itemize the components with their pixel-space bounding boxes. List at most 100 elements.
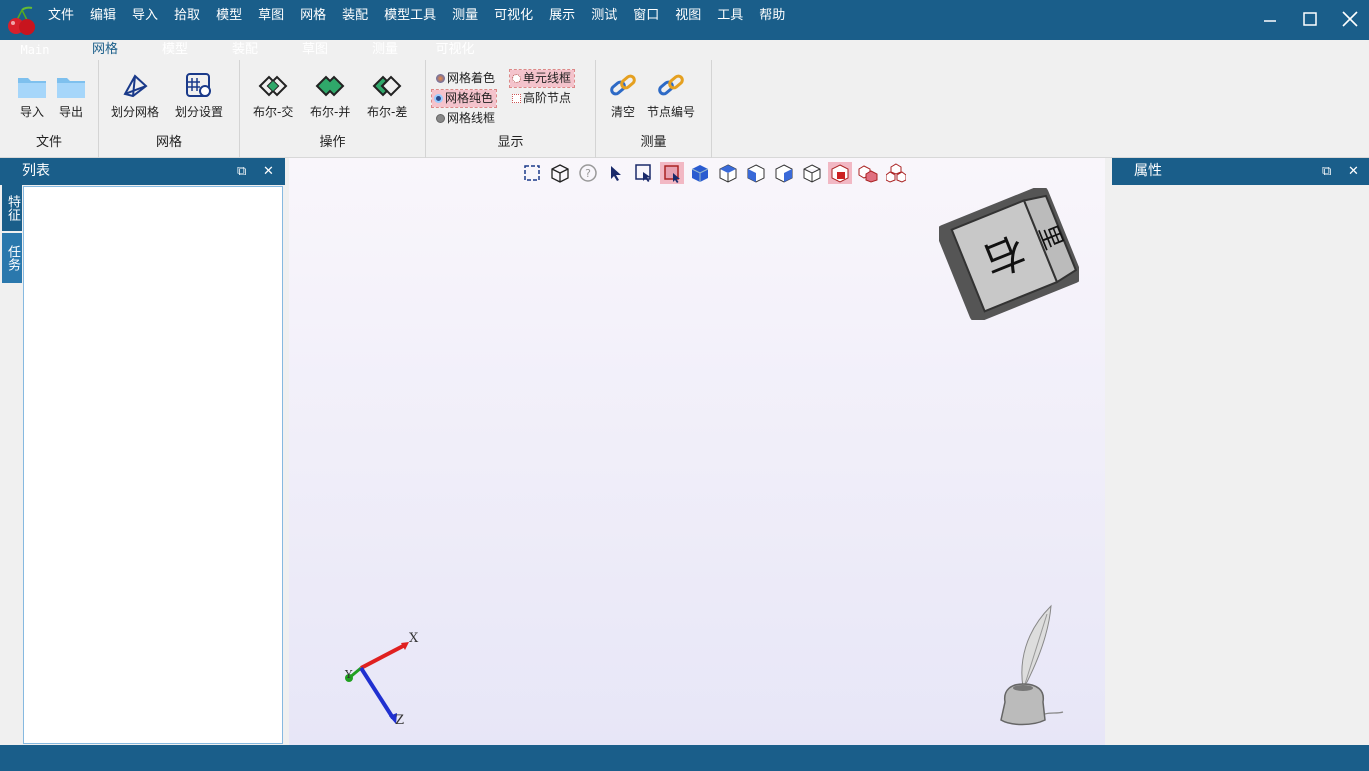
3d-viewport[interactable]: ? 右 里 X Y Z [289, 158, 1105, 745]
properties-panel-title: 属性 [1134, 163, 1162, 179]
chain-link-icon [658, 74, 684, 96]
menu-item-3[interactable]: 拾取 [166, 7, 208, 25]
main-menu: 文件 编辑 导入 拾取 模型 草图 网格 装配 模型工具 测量 可视化 展示 测试 窗口 视图 工具 帮助 [40, 7, 793, 25]
top-face-cube-button[interactable] [716, 162, 740, 184]
menu-item-2[interactable]: 导入 [124, 7, 166, 25]
import-label: 导入 [19, 105, 44, 119]
side-tabs: 特征 任务 [2, 185, 23, 285]
menu-item-12[interactable]: 测试 [583, 7, 625, 25]
group-label-measure: 测量 [640, 135, 667, 150]
folder-icon [57, 78, 85, 98]
tab-4[interactable]: 草图 [280, 40, 350, 60]
help-button[interactable]: ? [576, 162, 600, 184]
boolean-union-button[interactable]: 布尔-并 [310, 72, 350, 120]
divide-mesh-button[interactable]: 划分网格 [111, 72, 159, 120]
status-bar [0, 745, 1369, 771]
mesh-colored-button[interactable]: 网格着色 [434, 70, 498, 87]
tab-5[interactable]: 测量 [350, 40, 420, 60]
folder-icon [18, 78, 46, 98]
close-panel-icon[interactable]: ✕ [1348, 158, 1359, 185]
export-button[interactable]: 导出 [55, 72, 87, 120]
shaded-cube-button[interactable] [688, 162, 712, 184]
list-panel-title: 列表 [22, 163, 50, 179]
view-cube-button[interactable] [548, 162, 572, 184]
left-face-cube-icon [747, 164, 765, 183]
boolean-diff-label: 布尔-差 [367, 105, 408, 119]
ribbon-group-file: 导入 导出 文件 [0, 60, 99, 158]
mesh-colored-label: 网格着色 [447, 71, 496, 85]
maximize-button[interactable] [1299, 8, 1321, 30]
face-select-icon [664, 165, 680, 183]
group-label-display: 显示 [497, 135, 524, 150]
menu-item-8[interactable]: 模型工具 [376, 7, 444, 25]
close-panel-icon[interactable]: ✕ [263, 158, 274, 185]
z-axis-line [359, 666, 395, 720]
mesh-wireframe-icon [436, 114, 445, 123]
menu-item-7[interactable]: 装配 [334, 7, 376, 25]
section-view-button[interactable] [828, 162, 852, 184]
tab-3[interactable]: 装配 [210, 40, 280, 60]
mesh-settings-label: 划分设置 [175, 105, 224, 119]
float-panel-icon[interactable]: ⧉ [237, 158, 246, 185]
list-area[interactable] [23, 186, 283, 744]
float-panel-icon[interactable]: ⧉ [1322, 158, 1331, 185]
fit-view-button[interactable] [520, 162, 544, 184]
left-face-cube-button[interactable] [744, 162, 768, 184]
ribbon: 导入 导出 文件 划分网格 划分设置 网格 布尔-交 布尔-并 布尔-差 操作 … [0, 60, 1369, 158]
fit-view-icon [524, 165, 540, 181]
cube-outline-icon [551, 164, 569, 183]
high-order-nodes-button[interactable]: 高阶节点 [510, 90, 574, 107]
ribbon-tabs: Main 网格 模型 装配 草图 测量 可视化 [0, 40, 490, 60]
menu-item-1[interactable]: 编辑 [82, 7, 124, 25]
mesh-wireframe-button[interactable]: 网格线框 [434, 110, 498, 127]
mesh-icon [123, 74, 148, 98]
face-select-button[interactable] [660, 162, 684, 184]
ribbon-group-ops: 布尔-交 布尔-并 布尔-差 操作 [240, 60, 426, 158]
menu-item-13[interactable]: 窗口 [625, 7, 667, 25]
side-tab-features[interactable]: 特征 [2, 185, 22, 231]
close-button[interactable] [1339, 8, 1361, 30]
tab-1[interactable]: 网格 [70, 40, 140, 60]
menu-item-11[interactable]: 展示 [541, 7, 583, 25]
quill-inkwell-logo [1000, 604, 1064, 726]
menu-item-15[interactable]: 工具 [709, 7, 751, 25]
boolean-union-icon [315, 75, 345, 97]
high-order-nodes-label: 高阶节点 [523, 91, 572, 105]
clear-button[interactable]: 清空 [607, 72, 639, 120]
right-face-cube-button[interactable] [772, 162, 796, 184]
side-tab-tasks[interactable]: 任务 [2, 233, 22, 283]
tab-0[interactable]: Main [0, 40, 70, 60]
mesh-solid-button[interactable]: 网格纯色 [430, 89, 498, 108]
orientation-view-cube[interactable]: 右 里 [939, 188, 1079, 320]
menu-item-16[interactable]: 帮助 [751, 7, 793, 25]
explode-view-button[interactable] [856, 162, 880, 184]
tab-2[interactable]: 模型 [140, 40, 210, 60]
import-button[interactable]: 导入 [16, 72, 48, 120]
menu-item-6[interactable]: 网格 [292, 7, 334, 25]
boolean-union-label: 布尔-并 [310, 105, 351, 119]
menu-item-10[interactable]: 可视化 [486, 7, 541, 25]
menu-item-5[interactable]: 草图 [250, 7, 292, 25]
outline-cube-button[interactable] [800, 162, 824, 184]
box-select-icon [635, 164, 651, 182]
tab-6[interactable]: 可视化 [420, 40, 490, 60]
z-axis-label: Z [395, 713, 404, 728]
grid-settings-icon [186, 73, 211, 97]
multi-cube-button[interactable] [884, 162, 908, 184]
menu-item-14[interactable]: 视图 [667, 7, 709, 25]
node-number-button[interactable]: 节点编号 [647, 72, 695, 120]
menu-item-4[interactable]: 模型 [208, 7, 250, 25]
minimize-button[interactable] [1259, 8, 1281, 30]
menu-item-9[interactable]: 测量 [444, 7, 486, 25]
boolean-intersect-button[interactable]: 布尔-交 [253, 72, 293, 120]
select-pointer-button[interactable] [604, 162, 628, 184]
mesh-settings-button[interactable]: 划分设置 [175, 72, 223, 120]
boolean-intersect-label: 布尔-交 [253, 105, 294, 119]
maximize-icon [1303, 12, 1317, 26]
box-select-button[interactable] [632, 162, 656, 184]
element-wireframe-button[interactable]: 单元线框 [508, 69, 576, 88]
divide-mesh-label: 划分网格 [111, 105, 160, 119]
boolean-diff-button[interactable]: 布尔-差 [367, 72, 407, 120]
menu-item-0[interactable]: 文件 [40, 7, 82, 25]
shaded-cube-icon [691, 165, 709, 182]
